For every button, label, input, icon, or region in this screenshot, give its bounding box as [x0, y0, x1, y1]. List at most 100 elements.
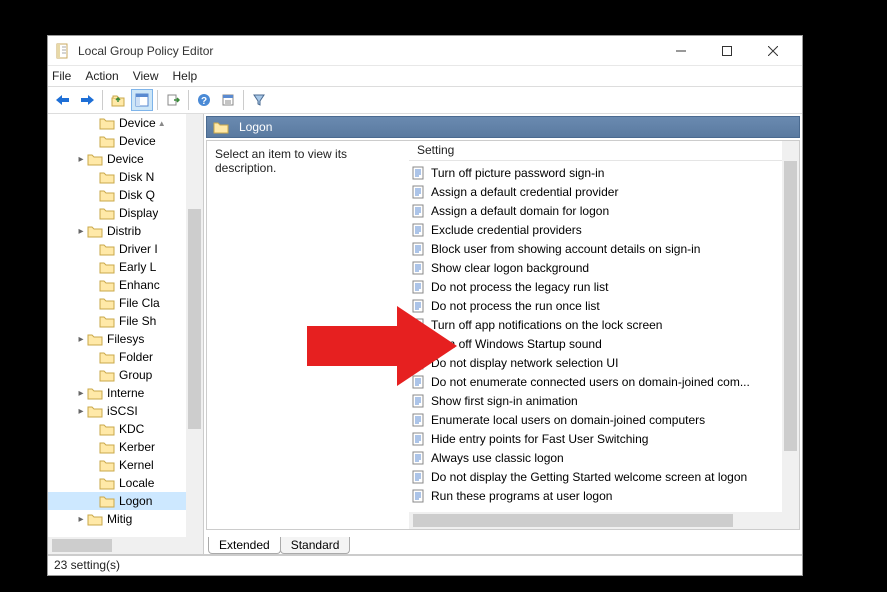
setting-row[interactable]: Hide entry points for Fast User Switchin…: [409, 429, 782, 448]
scrollbar-thumb[interactable]: [413, 514, 733, 527]
tree-item[interactable]: Early L: [48, 258, 203, 276]
tree-item[interactable]: Kerber: [48, 438, 203, 456]
menu-action[interactable]: Action: [85, 69, 118, 83]
tree-item[interactable]: Driver I: [48, 240, 203, 258]
tree-item[interactable]: Locale: [48, 474, 203, 492]
help-icon: ?: [197, 93, 211, 107]
scrollbar-corner: [186, 537, 203, 554]
folder-icon: [99, 296, 115, 310]
tree-scrollbar-vertical[interactable]: [186, 114, 203, 537]
setting-label: Do not enumerate connected users on doma…: [431, 375, 750, 389]
tree-item[interactable]: ▸Interne: [48, 384, 203, 402]
setting-row[interactable]: Assign a default domain for logon: [409, 201, 782, 220]
setting-label: Do not display the Getting Started welco…: [431, 470, 747, 484]
policy-icon: [411, 223, 425, 237]
setting-row[interactable]: Exclude credential providers: [409, 220, 782, 239]
settings-column-header[interactable]: Setting: [409, 141, 799, 161]
setting-row[interactable]: Turn off Windows Startup sound: [409, 334, 782, 353]
setting-row[interactable]: Turn off picture password sign-in: [409, 163, 782, 182]
tree-item-label: Disk Q: [119, 188, 155, 202]
app-window: Local Group Policy Editor File Action Vi…: [47, 35, 803, 576]
setting-label: Assign a default credential provider: [431, 185, 618, 199]
expand-icon[interactable]: ▸: [75, 226, 87, 237]
menu-file[interactable]: File: [52, 69, 71, 83]
tree-item[interactable]: KDC: [48, 420, 203, 438]
settings-scrollbar-horizontal[interactable]: [409, 512, 782, 529]
setting-row[interactable]: Block user from showing account details …: [409, 239, 782, 258]
tree-item[interactable]: ▸iSCSI: [48, 402, 203, 420]
setting-row[interactable]: Do not process the run once list: [409, 296, 782, 315]
folder-icon: [87, 512, 103, 526]
scrollbar-thumb[interactable]: [188, 209, 201, 429]
up-button[interactable]: [107, 89, 129, 111]
menu-view[interactable]: View: [133, 69, 159, 83]
filter-button[interactable]: [248, 89, 270, 111]
tab-extended[interactable]: Extended: [208, 537, 281, 554]
tree-item[interactable]: File Cla: [48, 294, 203, 312]
setting-row[interactable]: Run these programs at user logon: [409, 486, 782, 505]
titlebar: Local Group Policy Editor: [48, 36, 802, 66]
setting-row[interactable]: Show first sign-in animation: [409, 391, 782, 410]
details-pane: Logon Select an item to view its descrip…: [204, 114, 802, 554]
setting-row[interactable]: Show clear logon background: [409, 258, 782, 277]
tree-item[interactable]: Group: [48, 366, 203, 384]
tree-item[interactable]: Display: [48, 204, 203, 222]
setting-row[interactable]: Always use classic logon: [409, 448, 782, 467]
tree-item[interactable]: Folder: [48, 348, 203, 366]
tree-item-label: Locale: [119, 476, 154, 490]
setting-row[interactable]: Do not display network selection UI: [409, 353, 782, 372]
expand-icon[interactable]: ▸: [75, 334, 87, 345]
policy-icon: [411, 280, 425, 294]
setting-row[interactable]: Assign a default credential provider: [409, 182, 782, 201]
policy-icon: [411, 204, 425, 218]
setting-row[interactable]: Enumerate local users on domain-joined c…: [409, 410, 782, 429]
tree-item[interactable]: ▸Distrib: [48, 222, 203, 240]
setting-row[interactable]: Do not display the Getting Started welco…: [409, 467, 782, 486]
close-button[interactable]: [750, 36, 796, 65]
policy-icon: [411, 337, 425, 351]
tree-item[interactable]: Disk Q: [48, 186, 203, 204]
settings-scrollbar-vertical[interactable]: [782, 141, 799, 512]
show-tree-button[interactable]: [131, 89, 153, 111]
tree-item[interactable]: Device▲: [48, 114, 203, 132]
tab-standard[interactable]: Standard: [280, 537, 351, 554]
setting-row[interactable]: Do not enumerate connected users on doma…: [409, 372, 782, 391]
tree-item[interactable]: ▸Device: [48, 150, 203, 168]
export-button[interactable]: [162, 89, 184, 111]
expand-icon[interactable]: ▸: [75, 514, 87, 525]
tree-item[interactable]: ▸Filesys: [48, 330, 203, 348]
back-button[interactable]: [52, 89, 74, 111]
folder-icon: [99, 368, 115, 382]
setting-label: Turn off picture password sign-in: [431, 166, 604, 180]
expand-icon[interactable]: ▸: [75, 406, 87, 417]
setting-label: Turn off app notifications on the lock s…: [431, 318, 662, 332]
maximize-button[interactable]: [704, 36, 750, 65]
expand-icon[interactable]: ▸: [75, 388, 87, 399]
tree-item[interactable]: Logon: [48, 492, 203, 510]
setting-label: Enumerate local users on domain-joined c…: [431, 413, 705, 427]
tree-item[interactable]: Enhanc: [48, 276, 203, 294]
tree-item[interactable]: Disk N: [48, 168, 203, 186]
status-bar: 23 setting(s): [48, 555, 802, 575]
folder-icon: [99, 314, 115, 328]
policy-icon: [411, 166, 425, 180]
forward-button[interactable]: [76, 89, 98, 111]
tree-item[interactable]: ▸Mitig: [48, 510, 203, 528]
minimize-button[interactable]: [658, 36, 704, 65]
folder-icon: [87, 152, 103, 166]
setting-row[interactable]: Turn off app notifications on the lock s…: [409, 315, 782, 334]
help-button[interactable]: ?: [193, 89, 215, 111]
folder-icon: [99, 440, 115, 454]
scrollbar-thumb[interactable]: [52, 539, 112, 552]
scrollbar-thumb[interactable]: [784, 161, 797, 451]
setting-label: Show first sign-in animation: [431, 394, 578, 408]
menu-help[interactable]: Help: [173, 69, 198, 83]
tree-item[interactable]: Kernel: [48, 456, 203, 474]
tree-item[interactable]: File Sh: [48, 312, 203, 330]
setting-label: Do not process the run once list: [431, 299, 600, 313]
tree-item[interactable]: Device: [48, 132, 203, 150]
setting-row[interactable]: Do not process the legacy run list: [409, 277, 782, 296]
tree-scrollbar-horizontal[interactable]: [48, 537, 186, 554]
properties-button[interactable]: [217, 89, 239, 111]
expand-icon[interactable]: ▸: [75, 154, 87, 165]
